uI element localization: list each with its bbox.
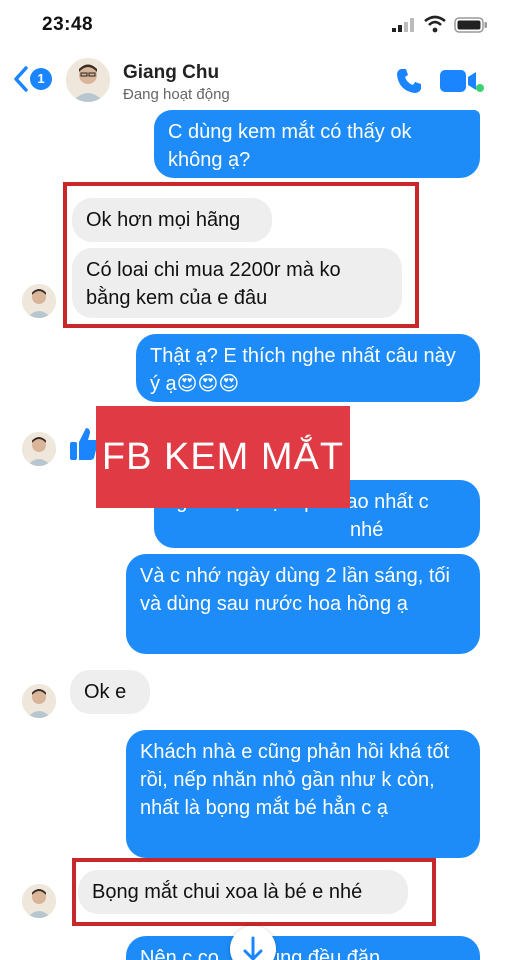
contact-avatar-small xyxy=(22,884,56,918)
message-outgoing[interactable]: Thật ạ? E thích nghe nhất câu này ý ạ😍😍😍 xyxy=(136,334,480,402)
contact-avatar-small xyxy=(22,432,56,466)
overlay-label: FB KEM MẮT xyxy=(101,436,345,478)
battery-icon xyxy=(454,17,487,33)
contact-name: Giang Chu xyxy=(123,62,220,83)
message-incoming[interactable]: Có loai chi mua 2200r mà ko bằng kem của… xyxy=(72,248,402,318)
chat-header: 1 Giang Chu Đang hoạt động xyxy=(0,52,507,108)
scroll-to-bottom-button[interactable] xyxy=(230,926,276,960)
status-bar: 23:48 xyxy=(0,0,507,52)
message-outgoing[interactable]: Khách nhà e cũng phản hồi khá tốt rồi, n… xyxy=(126,730,480,858)
contact-avatar-small xyxy=(22,684,56,718)
message-incoming[interactable]: Bọng mắt chui xoa là bé e nhé xyxy=(78,870,408,914)
thumbs-up-icon xyxy=(70,428,98,460)
status-time: 23:48 xyxy=(42,14,94,35)
message-outgoing[interactable]: Và c nhớ ngày dùng 2 lần sáng, tối và dù… xyxy=(126,554,480,654)
wifi-icon xyxy=(424,15,446,33)
arrow-down-icon xyxy=(243,936,263,960)
unread-count-badge: 1 xyxy=(30,68,52,90)
video-call-icon[interactable] xyxy=(440,68,484,94)
contact-avatar[interactable] xyxy=(66,58,110,102)
message-list[interactable]: C dùng kem mắt có thấy ok không ạ? Ok hơ… xyxy=(0,108,507,960)
message-outgoing[interactable]: Nên c co dùng đều đặn xyxy=(126,936,480,960)
message-outgoing[interactable]: C dùng kem mắt có thấy ok không ạ? xyxy=(154,110,480,178)
contact-avatar-small xyxy=(22,284,56,318)
contact-status: Đang hoạt động xyxy=(123,86,230,103)
message-incoming[interactable]: Ok e xyxy=(70,670,150,714)
message-incoming[interactable]: Ok hơn mọi hãng xyxy=(72,198,272,242)
phone-icon[interactable] xyxy=(394,66,424,96)
signal-icon xyxy=(392,18,414,32)
overlay-label-box: FB KEM MẮT xyxy=(96,406,350,508)
